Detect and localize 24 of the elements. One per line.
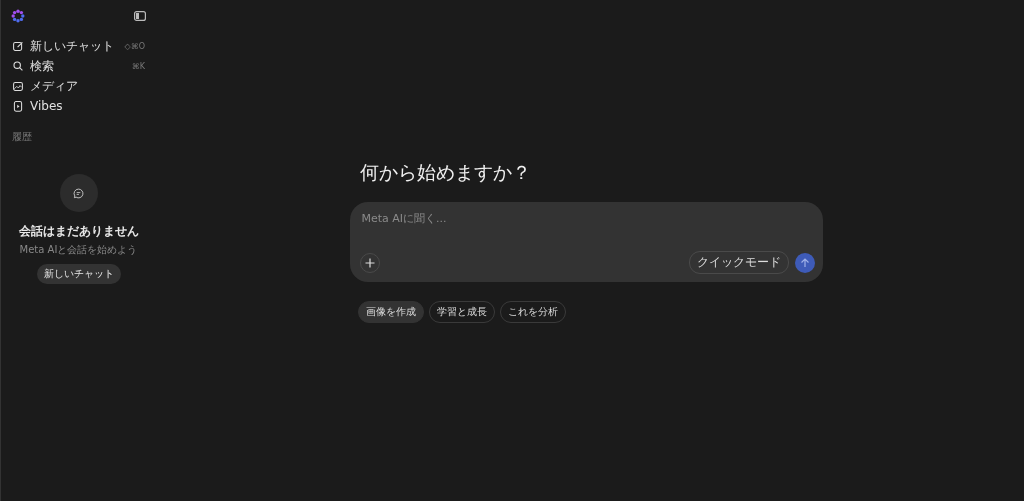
history-heading: 履歴 [12,130,33,144]
plus-icon [364,257,375,268]
main-heading: 何から始めますか？ [359,160,532,185]
empty-subtitle: Meta AIと会話を始めよう [19,243,138,257]
new-chat-button[interactable]: 新しいチャット [36,264,121,284]
suggestion-chip[interactable]: 画像を作成 [357,301,424,323]
shortcut-hint: ⌘K [131,61,145,71]
logo-icon[interactable] [11,9,25,23]
nav-item[interactable]: メディア [30,77,145,95]
shortcut-hint: ◇⌘O [124,41,145,51]
play-icon [12,100,24,112]
empty-title: 会話はまだありません [18,223,139,240]
nav-item[interactable]: Vibes [30,99,145,113]
send-button[interactable] [794,252,815,273]
arrow-up-icon [799,257,810,268]
sidebar-toggle-icon[interactable] [134,11,146,21]
search-icon [12,60,24,72]
chat-bubble-icon [59,174,98,212]
mode-button[interactable]: クイックモード [688,251,789,274]
image-icon [12,80,24,92]
compose-icon [12,40,24,52]
nav-item[interactable]: 新しいチャット [30,37,119,55]
prompt-field[interactable]: Meta AIに聞く... クイックモード [349,202,823,282]
nav-item[interactable]: 検索 [30,57,126,75]
